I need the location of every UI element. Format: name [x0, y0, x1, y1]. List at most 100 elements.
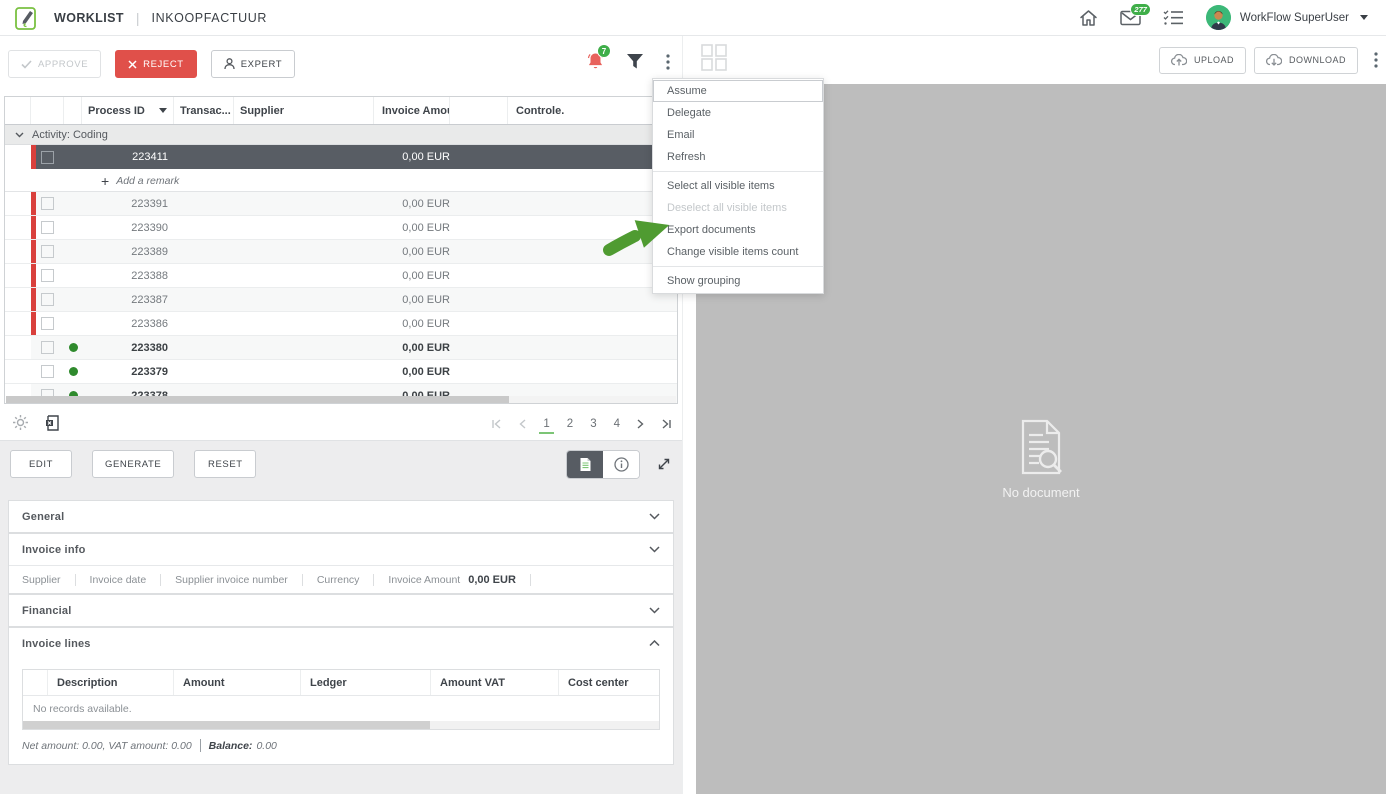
- chevron-down-icon: [649, 546, 660, 553]
- row-checkbox[interactable]: [41, 341, 54, 354]
- table-row[interactable]: 223386 0,00 EUR: [5, 312, 677, 336]
- section-title: General: [22, 511, 64, 523]
- document-icon: [579, 457, 592, 472]
- table-row[interactable]: 223388 0,00 EUR: [5, 264, 677, 288]
- invoice-lines-totals: Net amount: 0.00, VAT amount: 0.00 Balan…: [9, 730, 673, 764]
- home-icon[interactable]: [1079, 9, 1098, 27]
- section-invoice-lines-header[interactable]: Invoice lines: [9, 628, 673, 659]
- info-view-toggle[interactable]: [603, 451, 639, 478]
- app-window: WORKLIST | INKOOPFACTUUR 277: [0, 0, 1386, 794]
- menu-item-select-all-visible-items[interactable]: Select all visible items: [653, 175, 823, 197]
- table-row[interactable]: 223391 0,00 EUR: [5, 192, 677, 216]
- reset-button[interactable]: RESET: [194, 450, 256, 478]
- grid-horizontal-scrollbar[interactable]: [6, 396, 676, 403]
- table-row[interactable]: 223380 0,00 EUR: [5, 336, 677, 360]
- column-header-amount[interactable]: Amount: [174, 670, 301, 695]
- mail-badge: 277: [1130, 3, 1151, 16]
- menu-item-refresh[interactable]: Refresh: [653, 146, 823, 168]
- section-title: Invoice info: [22, 544, 86, 556]
- row-checkbox[interactable]: [41, 269, 54, 282]
- process-id-cell: 223386: [82, 312, 174, 335]
- page-button-3[interactable]: 3: [586, 416, 600, 434]
- column-label: Supplier: [240, 105, 284, 117]
- tasklist-icon[interactable]: [1163, 9, 1184, 26]
- page-button-4[interactable]: 4: [610, 416, 624, 434]
- last-page-button[interactable]: [657, 417, 676, 433]
- row-checkbox[interactable]: [41, 221, 54, 234]
- document-view-toggle[interactable]: [567, 451, 603, 478]
- menu-item-export-documents[interactable]: Export documents: [653, 219, 823, 241]
- group-row-activity-coding[interactable]: Activity: Coding: [5, 125, 677, 145]
- notifications-bell-icon[interactable]: 7: [587, 52, 604, 76]
- table-row[interactable]: 223387 0,00 EUR: [5, 288, 677, 312]
- column-header-cost-center[interactable]: Cost center: [559, 670, 659, 695]
- grid-kebab-menu-icon[interactable]: [666, 54, 670, 75]
- row-checkbox[interactable]: [41, 317, 54, 330]
- add-remark-row[interactable]: + Add a remark: [5, 170, 677, 192]
- menu-item-delegate[interactable]: Delegate: [653, 102, 823, 124]
- table-row[interactable]: 223390 0,00 EUR: [5, 216, 677, 240]
- worklist-grid: Process ID Transac... Supplier Invoice A…: [4, 96, 678, 404]
- section-general-header[interactable]: General: [9, 501, 673, 532]
- chevron-down-icon: [649, 513, 660, 520]
- row-checkbox[interactable]: [41, 151, 54, 164]
- scrollbar-thumb[interactable]: [6, 396, 509, 403]
- section-invoice-info-header[interactable]: Invoice info: [9, 534, 673, 565]
- menu-item-change-visible-items-count[interactable]: Change visible items count: [653, 241, 823, 263]
- column-header-description[interactable]: Description: [48, 670, 174, 695]
- expert-button[interactable]: EXPERT: [211, 50, 295, 78]
- page-button-2[interactable]: 2: [563, 416, 577, 434]
- avatar: [1206, 5, 1231, 30]
- row-checkbox[interactable]: [41, 245, 54, 258]
- invoice-lines-scrollbar[interactable]: [23, 721, 659, 729]
- chevron-down-icon: [649, 607, 660, 614]
- row-checkbox[interactable]: [41, 365, 54, 378]
- generate-button[interactable]: GENERATE: [92, 450, 174, 478]
- edit-label: EDIT: [29, 459, 53, 470]
- column-header-process-id[interactable]: Process ID: [82, 97, 174, 124]
- grid-settings-gear-icon[interactable]: [12, 414, 29, 436]
- worklist-toolbar: APPROVE REJECT EXPERT 7: [8, 46, 674, 82]
- module-title: INKOOPFACTUUR: [152, 11, 267, 25]
- scrollbar-thumb[interactable]: [23, 721, 430, 729]
- column-header-supplier[interactable]: Supplier: [234, 97, 374, 124]
- table-row[interactable]: 223389 0,00 EUR: [5, 240, 677, 264]
- section-financial-header[interactable]: Financial: [9, 595, 673, 626]
- table-row[interactable]: 223379 0,00 EUR: [5, 360, 677, 384]
- column-header-invoice-amount[interactable]: Invoice Amou...: [374, 97, 450, 124]
- reject-button[interactable]: REJECT: [115, 50, 197, 78]
- table-row[interactable]: 223411 0,00 EUR: [5, 145, 677, 170]
- menu-item-show-grouping[interactable]: Show grouping: [653, 270, 823, 292]
- column-header-transaction[interactable]: Transac...: [174, 97, 234, 124]
- download-button[interactable]: DOWNLOAD: [1254, 47, 1358, 74]
- field-currency: Currency: [317, 574, 375, 586]
- mail-icon[interactable]: 277: [1120, 10, 1141, 26]
- excel-export-icon[interactable]: [45, 415, 59, 436]
- menu-divider: [653, 171, 823, 172]
- document-kebab-menu-icon[interactable]: [1374, 52, 1378, 68]
- section-financial: Financial: [8, 594, 674, 627]
- process-id-cell: 223391: [82, 192, 174, 215]
- filter-icon[interactable]: [626, 53, 644, 75]
- pagination: 1 2 3 4: [487, 416, 676, 434]
- detail-panel: EDIT GENERATE RESET: [0, 440, 682, 794]
- previous-page-button: [515, 417, 530, 433]
- edit-button[interactable]: EDIT: [10, 450, 72, 478]
- row-checkbox[interactable]: [41, 293, 54, 306]
- thumbnails-grid-icon[interactable]: [701, 44, 727, 76]
- row-checkbox[interactable]: [41, 197, 54, 210]
- generate-label: GENERATE: [105, 459, 161, 470]
- upload-button[interactable]: UPLOAD: [1159, 47, 1246, 74]
- menu-item-assume[interactable]: Assume: [653, 80, 823, 102]
- column-header-ledger[interactable]: Ledger: [301, 670, 431, 695]
- column-label: Invoice Amou...: [382, 105, 450, 117]
- process-id-cell: 223388: [82, 264, 174, 287]
- menu-item-email[interactable]: Email: [653, 124, 823, 146]
- balance-value: 0.00: [256, 740, 276, 752]
- cloud-upload-icon: [1171, 54, 1187, 66]
- user-menu[interactable]: WorkFlow SuperUser: [1206, 5, 1368, 30]
- next-page-button[interactable]: [633, 417, 648, 433]
- expand-panel-icon[interactable]: [656, 456, 672, 472]
- amount-cell: 0,00 EUR: [374, 288, 450, 311]
- column-header-amount-vat[interactable]: Amount VAT: [431, 670, 559, 695]
